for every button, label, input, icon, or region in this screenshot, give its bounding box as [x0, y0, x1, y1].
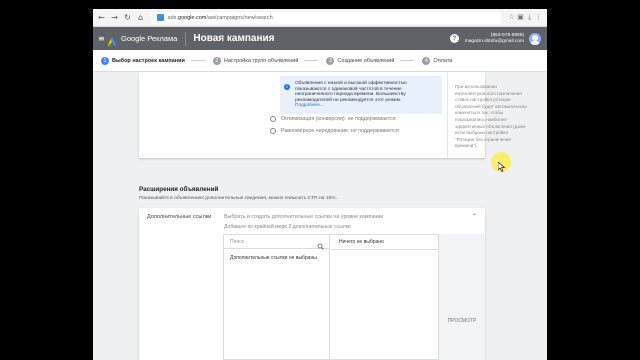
extensions-title: Расширения объявлений: [139, 186, 219, 193]
sitelinks-min-hint: Добавьте по крайней мере 2 дополнительны…: [224, 224, 351, 230]
help-text: При использовании интеллектуального назн…: [455, 84, 527, 149]
search-placeholder: Поиск: [230, 239, 244, 245]
preview-label: ПРОСМОТР: [447, 318, 477, 324]
browser-tools: ☆ ▣ ⤓ ⋮: [507, 13, 543, 22]
info-notice: i Объявления с низкой и высокой эффектив…: [280, 76, 442, 114]
step-ad-groups[interactable]: 2 Настройка групп объявлений: [212, 56, 319, 65]
account-email: magazin.shtofu@gmail.com: [464, 38, 524, 44]
campaign-stepper: 1 Выбор настроек кампании 2 Настройка гр…: [93, 50, 547, 72]
selected-column: Ничего не выбрано: [331, 235, 439, 360]
selected-header: Ничего не выбрано: [339, 239, 384, 245]
browser-toolbar: ← → ↻ ⌂ ads.google.com/aw/campaigns/new/…: [93, 9, 547, 27]
sitelinks-picker: Поиск Дополнительные ссылки не выбраны Н…: [223, 234, 439, 360]
step-label: Настройка групп объявлений: [223, 57, 299, 64]
list-item: Дополнительные ссылки не выбраны: [230, 255, 317, 261]
brand-name: Google Реклама: [121, 34, 178, 43]
step-number: 1: [101, 56, 109, 65]
google-ads-logo-icon: [107, 34, 118, 46]
url-domain: google.com: [177, 14, 207, 21]
radio-circle-icon: [270, 116, 276, 122]
help-icon[interactable]: ?: [449, 34, 459, 43]
available-column: Поиск Дополнительные ссылки не выбраны: [224, 235, 330, 360]
step-create-ads[interactable]: 3 Создание объявлений: [326, 56, 415, 65]
step-connector: [304, 60, 319, 61]
sitelinks-hint: Выбрать и создать дополнительные ссылки …: [224, 214, 384, 220]
search-input[interactable]: Поиск: [224, 235, 330, 250]
step-label: Выбор настроек кампании: [112, 57, 185, 64]
screen-frame: ← → ↻ ⌂ ads.google.com/aw/campaigns/new/…: [93, 0, 547, 360]
app-header: ≡ Google Реклама Новая кампания ? (853-5…: [93, 27, 547, 50]
info-icon: i: [284, 84, 290, 90]
info-text-body: Объявления с низкой и высокой эффективно…: [295, 81, 407, 103]
collapse-icon[interactable]: ⌃: [472, 213, 477, 220]
step-number: 4: [422, 56, 431, 65]
home-icon[interactable]: ⌂: [136, 13, 145, 22]
radio-optimize[interactable]: Оптимизация (конверсии): не поддерживает…: [270, 116, 396, 122]
page-title: Новая кампания: [193, 33, 275, 44]
back-icon[interactable]: ←: [97, 13, 106, 22]
header-divider: [185, 31, 187, 46]
extension-icon[interactable]: ▣: [516, 13, 525, 22]
step-number: 2: [212, 56, 221, 65]
step-label: Оплата: [433, 57, 453, 64]
extensions-subtitle: Показывайте в объявлениях дополнительные…: [139, 196, 337, 201]
radio-circle-icon: [270, 128, 276, 134]
radio-rotate-evenly[interactable]: Равномерное чередование: не поддерживает…: [270, 128, 399, 134]
sitelinks-label: Дополнительные ссылки: [147, 214, 212, 220]
learn-more-link[interactable]: Подробнее...: [295, 103, 437, 109]
avatar[interactable]: [529, 32, 541, 45]
reload-icon[interactable]: ↻: [123, 13, 132, 22]
step-connector: [190, 60, 205, 61]
url-path: /aw/campaigns/new/search: [206, 14, 273, 21]
step-label: Создание объявлений: [337, 57, 395, 64]
download-icon[interactable]: ⤓: [525, 13, 534, 22]
forward-icon[interactable]: →: [110, 13, 119, 22]
radio-label: Оптимизация (конверсии): не поддерживает…: [281, 116, 396, 122]
radio-label: Равномерное чередование: не поддерживает…: [281, 128, 399, 134]
mouse-cursor-icon: [497, 159, 506, 172]
preview-panel: ПРОСМОТР: [439, 234, 485, 360]
account-info[interactable]: (853-579-5895) magazin.shtofu@gmail.com: [465, 33, 524, 45]
ad-rotation-card: i Объявления с низкой и высокой эффектив…: [139, 72, 527, 158]
hamburger-icon[interactable]: ≡: [98, 34, 106, 43]
top-bar: [93, 0, 547, 9]
search-icon[interactable]: [317, 237, 324, 250]
star-icon[interactable]: ☆: [507, 13, 516, 22]
secure-badge: [157, 13, 164, 21]
menu-dots-icon[interactable]: ⋮: [534, 13, 543, 22]
help-divider: [447, 72, 448, 158]
step-connector: [400, 60, 415, 61]
address-bar[interactable]: ads.google.com/aw/campaigns/new/search: [151, 11, 501, 24]
step-billing[interactable]: 4 Оплата: [422, 56, 453, 65]
selected-divider: [331, 249, 439, 250]
step-campaign-settings[interactable]: 1 Выбор настроек кампании: [101, 56, 205, 65]
sitelinks-card: Дополнительные ссылки Выбрать и создать …: [139, 208, 485, 360]
url-prefix: ads.: [167, 14, 178, 21]
step-number: 3: [326, 56, 335, 65]
info-text: Объявления с низкой и высокой эффективно…: [295, 81, 437, 109]
